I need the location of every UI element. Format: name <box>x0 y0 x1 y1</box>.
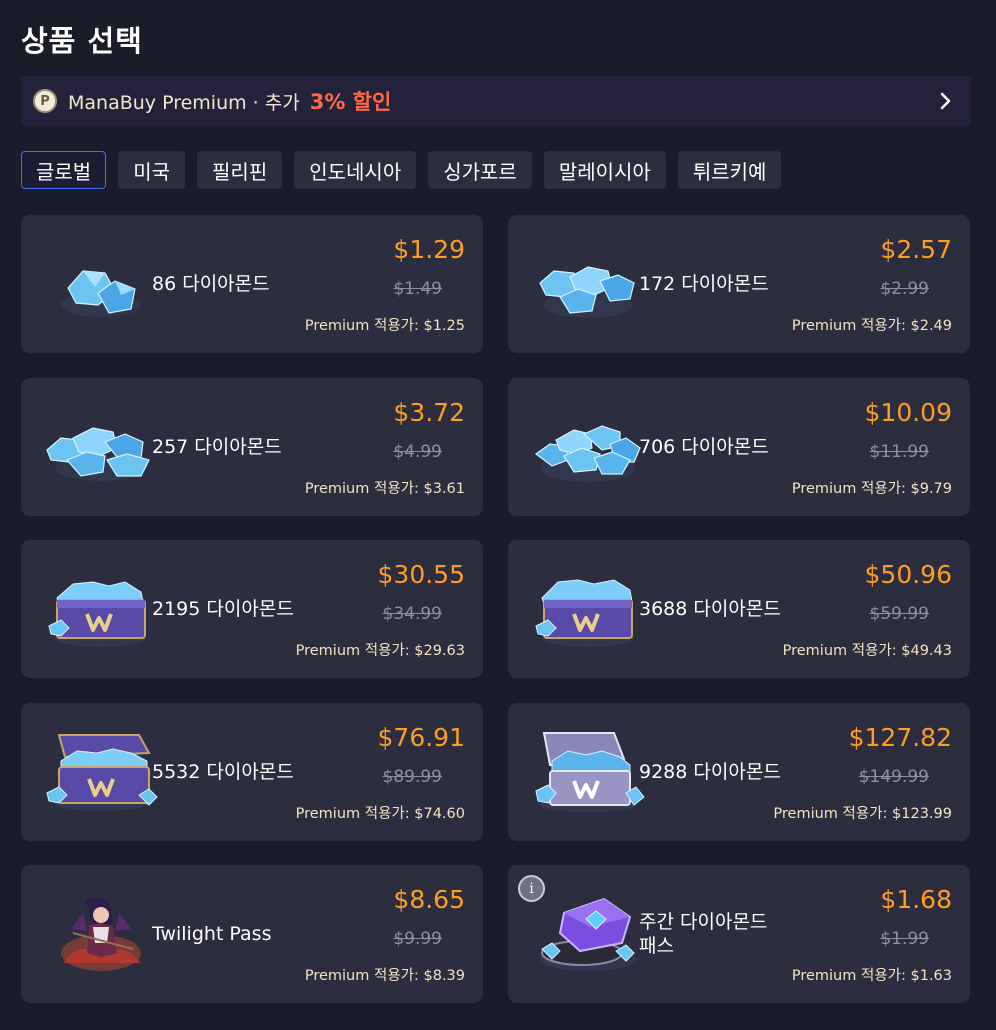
product-original-price: $11.99 <box>869 442 929 462</box>
premium-banner[interactable]: P ManaBuy Premium · 추가 3% 할인 <box>21 76 971 126</box>
product-name: 257 다이아몬드 <box>152 436 282 458</box>
product-name: 86 다이아몬드 <box>152 273 270 295</box>
product-card[interactable]: 257 다이아몬드 $3.72 $4.99 Premium 적용가: $3.61 <box>21 378 483 516</box>
tab-singapore[interactable]: 싱가포르 <box>428 151 532 189</box>
tab-usa[interactable]: 미국 <box>118 151 186 189</box>
product-name: 2195 다이아몬드 <box>152 598 294 620</box>
product-price: $2.57 <box>880 235 952 264</box>
product-price: $50.96 <box>864 560 952 589</box>
product-premium-price: Premium 적용가: $1.25 <box>304 318 465 334</box>
product-card[interactable]: 5532 다이아몬드 $76.91 $89.99 Premium 적용가: $7… <box>21 703 483 841</box>
product-card[interactable]: 3688 다이아몬드 $50.96 $59.99 Premium 적용가: $4… <box>508 540 970 678</box>
product-original-price: $1.99 <box>880 929 929 949</box>
product-card[interactable]: 706 다이아몬드 $10.09 $11.99 Premium 적용가: $9.… <box>508 378 970 516</box>
twilight-pass-hero-icon <box>43 893 159 975</box>
product-price: $10.09 <box>864 398 952 427</box>
diamond-pile-icon <box>43 406 159 488</box>
product-name: 9288 다이아몬드 <box>639 761 781 783</box>
region-tabs: 글로벌 미국 필리핀 인도네시아 싱가포르 말레이시아 튀르키예 <box>21 151 782 189</box>
chevron-right-icon <box>935 90 957 112</box>
product-original-price: $4.99 <box>393 442 442 462</box>
weekly-pass-box-icon <box>530 893 646 975</box>
tab-turkey[interactable]: 튀르키예 <box>677 151 782 189</box>
product-premium-price: Premium 적용가: $8.39 <box>304 968 465 984</box>
product-card[interactable]: i 주간 다이아몬드 패스 $1.68 $1.99 Premium 적용가: $… <box>508 865 970 1003</box>
product-original-price: $9.99 <box>393 929 442 949</box>
product-card[interactable]: 172 다이아몬드 $2.57 $2.99 Premium 적용가: $2.49 <box>508 215 970 353</box>
diamond-pile-large-icon <box>530 406 646 488</box>
tab-indonesia[interactable]: 인도네시아 <box>294 151 417 189</box>
product-premium-price: Premium 적용가: $74.60 <box>295 806 465 822</box>
product-price: $127.82 <box>848 723 952 752</box>
diamond-chest-silver-icon <box>530 731 646 813</box>
diamond-chest-open-icon <box>43 731 159 813</box>
premium-label: ManaBuy Premium · 추가 <box>68 91 300 114</box>
product-price: $1.29 <box>393 235 465 264</box>
tab-philippines[interactable]: 필리핀 <box>197 151 283 189</box>
product-price: $30.55 <box>377 560 465 589</box>
product-card[interactable]: 9288 다이아몬드 $127.82 $149.99 Premium 적용가: … <box>508 703 970 841</box>
product-premium-price: Premium 적용가: $29.63 <box>295 643 465 659</box>
product-card[interactable]: Twilight Pass $8.65 $9.99 Premium 적용가: $… <box>21 865 483 1003</box>
diamond-chest-icon <box>530 568 646 650</box>
product-premium-price: Premium 적용가: $2.49 <box>791 318 952 334</box>
tab-malaysia[interactable]: 말레이시아 <box>543 151 666 189</box>
premium-discount: 3% 할인 <box>309 90 392 114</box>
page-title: 상품 선택 <box>21 24 143 58</box>
product-card[interactable]: 86 다이아몬드 $1.29 $1.49 Premium 적용가: $1.25 <box>21 215 483 353</box>
product-original-price: $59.99 <box>869 604 929 624</box>
diamond-chest-icon <box>43 568 159 650</box>
product-original-price: $149.99 <box>858 767 929 787</box>
product-name: 주간 다이아몬드 패스 <box>639 911 768 957</box>
product-price: $3.72 <box>393 398 465 427</box>
product-premium-price: Premium 적용가: $1.63 <box>791 968 952 984</box>
product-price: $76.91 <box>377 723 465 752</box>
product-original-price: $89.99 <box>382 767 442 787</box>
product-card[interactable]: 2195 다이아몬드 $30.55 $34.99 Premium 적용가: $2… <box>21 540 483 678</box>
product-price: $8.65 <box>393 885 465 914</box>
premium-logo-icon: P <box>33 89 57 113</box>
product-original-price: $2.99 <box>880 279 929 299</box>
product-price: $1.68 <box>880 885 952 914</box>
product-premium-price: Premium 적용가: $123.99 <box>773 806 952 822</box>
product-original-price: $34.99 <box>382 604 442 624</box>
product-name: 3688 다이아몬드 <box>639 598 781 620</box>
product-premium-price: Premium 적용가: $3.61 <box>304 481 465 497</box>
product-name: 5532 다이아몬드 <box>152 761 294 783</box>
diamond-small-icon <box>43 243 159 325</box>
product-name: 172 다이아몬드 <box>639 273 769 295</box>
product-premium-price: Premium 적용가: $9.79 <box>791 481 952 497</box>
tab-global[interactable]: 글로벌 <box>21 151 107 189</box>
product-name: Twilight Pass <box>152 923 272 945</box>
product-name: 706 다이아몬드 <box>639 436 769 458</box>
product-premium-price: Premium 적용가: $49.43 <box>782 643 952 659</box>
product-original-price: $1.49 <box>393 279 442 299</box>
diamond-pile-icon <box>530 243 646 325</box>
